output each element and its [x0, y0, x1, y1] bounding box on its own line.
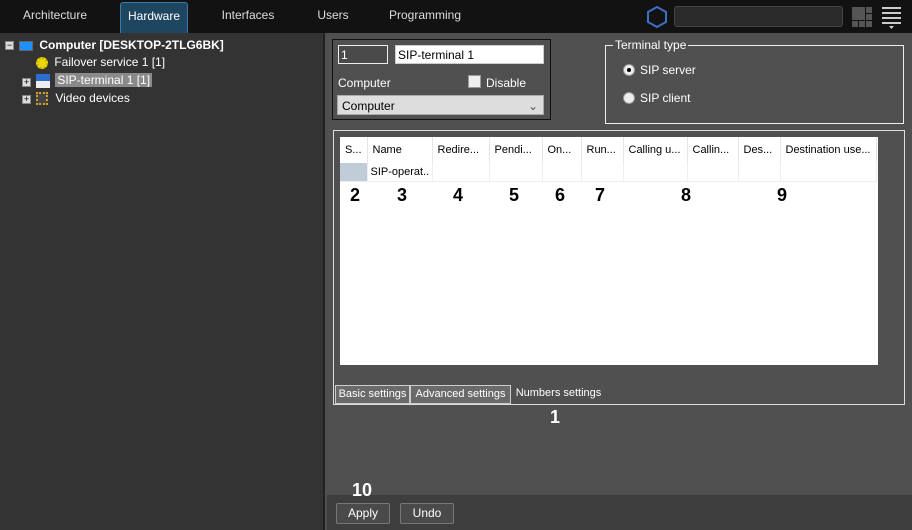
column-header[interactable]: Run...: [581, 137, 624, 163]
tab-advanced-settings[interactable]: Advanced settings: [410, 385, 511, 404]
table-cell[interactable]: SIP-operat..: [367, 163, 433, 182]
annotation-9: 9: [777, 185, 788, 205]
tab-programming[interactable]: Programming: [385, 2, 465, 33]
terminal-type-group: Terminal type SIP server SIP client: [605, 38, 904, 124]
sip-server-radio[interactable]: [623, 64, 635, 76]
layout-grid-icon[interactable]: [852, 7, 872, 27]
apply-button[interactable]: Apply: [336, 503, 390, 524]
top-nav-bar: Architecture Hardware Interfaces Users P…: [0, 0, 912, 33]
column-header[interactable]: Pendi...: [489, 137, 543, 163]
column-header[interactable]: On...: [542, 137, 582, 163]
sip-icon: [36, 73, 50, 88]
table-cell[interactable]: [623, 163, 688, 182]
expand-icon[interactable]: +: [22, 78, 31, 87]
table-cell[interactable]: [581, 163, 624, 182]
table-row[interactable]: SIP-operat..: [340, 163, 877, 182]
tree-item-label: Video devices: [55, 91, 130, 105]
name-input[interactable]: [395, 45, 544, 64]
tab-users[interactable]: Users: [305, 2, 361, 33]
tab-basic-settings[interactable]: Basic settings: [335, 385, 410, 404]
sip-client-radio[interactable]: [623, 92, 635, 104]
video-devices-icon: [36, 92, 48, 106]
tree-item-label: Failover service 1 [1]: [54, 55, 166, 69]
column-header[interactable]: Name: [367, 137, 433, 163]
table-cell[interactable]: [542, 163, 582, 182]
id-input[interactable]: [338, 45, 388, 64]
table-cell[interactable]: [340, 163, 368, 182]
terminal-type-legend: Terminal type: [613, 38, 689, 52]
annotation-1: 1: [550, 407, 561, 427]
tab-interfaces[interactable]: Interfaces: [210, 2, 286, 33]
tab-numbers-settings[interactable]: Numbers settings: [511, 385, 606, 404]
annotation-2: 2: [350, 185, 361, 205]
sip-client-label: SIP client: [640, 91, 691, 105]
undo-button[interactable]: Undo: [400, 503, 454, 524]
table-cell[interactable]: [780, 163, 877, 182]
annotation-6: 6: [555, 185, 566, 205]
table-cell[interactable]: [489, 163, 543, 182]
tree-item-sip-terminal[interactable]: SIP-terminal 1 [1]: [36, 72, 153, 88]
computer-label: Computer: [338, 76, 391, 90]
menu-icon[interactable]: [882, 7, 902, 29]
search-input[interactable]: [674, 6, 843, 27]
table-header-row: S... Name Redire... Pendi... On... Run..…: [340, 137, 877, 163]
tree-item-computer[interactable]: Computer [DESKTOP-2TLG6BK]: [19, 37, 224, 53]
annotation-8: 8: [681, 185, 692, 205]
computer-select-value: Computer: [342, 99, 395, 113]
annotation-5: 5: [509, 185, 520, 205]
computer-icon: [19, 40, 33, 51]
chevron-down-icon: ⌄: [527, 99, 538, 113]
collapse-icon[interactable]: −: [5, 41, 14, 50]
disable-label: Disable: [486, 76, 527, 90]
hardware-tree-panel: − Computer [DESKTOP-2TLG6BK] Failover se…: [0, 33, 325, 530]
bottom-action-bar: Apply Undo: [327, 495, 912, 530]
tree-item-failover[interactable]: Failover service 1 [1]: [36, 54, 165, 70]
annotation-4: 4: [453, 185, 464, 205]
column-header[interactable]: Des...: [738, 137, 781, 163]
column-header[interactable]: Callin...: [687, 137, 739, 163]
tree-item-label: Computer [DESKTOP-2TLG6BK]: [39, 38, 224, 52]
tab-architecture[interactable]: Architecture: [10, 2, 100, 33]
expand-icon[interactable]: +: [22, 95, 31, 104]
annotation-3: 3: [397, 185, 408, 205]
column-header[interactable]: S...: [340, 137, 368, 163]
column-header[interactable]: Destination use...: [780, 137, 877, 163]
disable-checkbox[interactable]: [468, 75, 481, 88]
column-header[interactable]: Redire...: [432, 137, 490, 163]
sip-server-label: SIP server: [640, 63, 696, 77]
table-cell[interactable]: [738, 163, 781, 182]
column-header[interactable]: Calling u...: [623, 137, 688, 163]
numbers-table[interactable]: S... Name Redire... Pendi... On... Run..…: [340, 137, 878, 365]
table-cell[interactable]: [432, 163, 490, 182]
tree-item-label: SIP-terminal 1 [1]: [55, 73, 153, 87]
tree-item-video-devices[interactable]: Video devices: [36, 90, 130, 106]
table-cell[interactable]: [687, 163, 739, 182]
tab-hardware[interactable]: Hardware: [120, 2, 188, 33]
annotation-10: 10: [352, 480, 373, 500]
computer-select[interactable]: Computer ⌄: [337, 95, 544, 115]
general-settings-box: Computer Disable Computer ⌄: [332, 39, 551, 120]
failover-icon: [36, 56, 48, 69]
hexagon-logo-icon: [647, 5, 667, 29]
annotation-7: 7: [595, 185, 606, 205]
